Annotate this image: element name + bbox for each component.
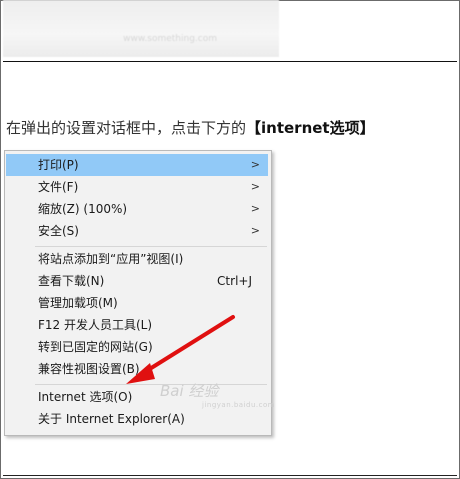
chevron-right-icon: > xyxy=(250,202,260,215)
blurred-header-area: www.something.com xyxy=(3,0,279,57)
menu-item-label: 缩放(Z) (100%) xyxy=(38,202,128,216)
instruction-prefix: 在弹出的设置对话框中，点击下方的 xyxy=(6,119,247,137)
menu-item-label: 管理加载项(M) xyxy=(38,296,118,310)
menu-item-file[interactable]: 文件(F) > xyxy=(6,176,268,198)
context-menu: 打印(P) > 文件(F) > 缩放(Z) (100%) > 安全(S) > 将… xyxy=(4,150,272,436)
menu-item-label: 文件(F) xyxy=(38,180,79,194)
instruction-text: 在弹出的设置对话框中，点击下方的【internet选项】 xyxy=(6,117,375,138)
menu-item-label: 将站点添加到“应用”视图(I) xyxy=(38,252,184,266)
menu-item-label: 关于 Internet Explorer(A) xyxy=(38,412,185,426)
menu-separator xyxy=(35,246,267,247)
menu-item-label: 查看下载(N) xyxy=(38,274,105,288)
menu-item-label: 兼容性视图设置(B) xyxy=(38,362,140,376)
menu-item-manage-addons[interactable]: 管理加载项(M) xyxy=(6,292,268,314)
menu-item-label: 转到已固定的网站(G) xyxy=(38,340,153,354)
menu-item-label: F12 开发人员工具(L) xyxy=(38,318,153,332)
menu-item-zoom[interactable]: 缩放(Z) (100%) > xyxy=(6,198,268,220)
menu-item-f12-dev-tools[interactable]: F12 开发人员工具(L) xyxy=(6,314,268,336)
chevron-right-icon: > xyxy=(250,224,260,237)
chevron-right-icon: > xyxy=(250,180,260,193)
menu-item-compat-view[interactable]: 兼容性视图设置(B) xyxy=(6,358,268,380)
menu-separator xyxy=(35,384,267,385)
menu-item-pinned-sites[interactable]: 转到已固定的网站(G) xyxy=(6,336,268,358)
watermark-subtext: jingyan.baidu.com xyxy=(202,401,276,409)
menu-item-label: Internet 选项(O) xyxy=(38,390,133,404)
menu-item-label: 安全(S) xyxy=(38,224,79,238)
menu-item-about-ie[interactable]: 关于 Internet Explorer(A) xyxy=(6,408,268,430)
bottom-border-line xyxy=(3,475,457,476)
chevron-right-icon: > xyxy=(250,158,260,171)
menu-item-safety[interactable]: 安全(S) > xyxy=(6,220,268,242)
menu-item-shortcut: Ctrl+J xyxy=(217,274,252,288)
menu-item-label: 打印(P) xyxy=(38,158,79,172)
watermark-text: Bai 经验 xyxy=(160,382,219,400)
menu-item-view-downloads[interactable]: 查看下载(N) Ctrl+J xyxy=(6,270,268,292)
instruction-highlight: 【internet选项】 xyxy=(246,119,375,137)
blurred-header-text: www.something.com xyxy=(123,34,217,44)
menu-item-print[interactable]: 打印(P) > xyxy=(6,154,268,176)
section-divider xyxy=(3,61,457,62)
menu-item-add-site-to-apps[interactable]: 将站点添加到“应用”视图(I) xyxy=(6,248,268,270)
